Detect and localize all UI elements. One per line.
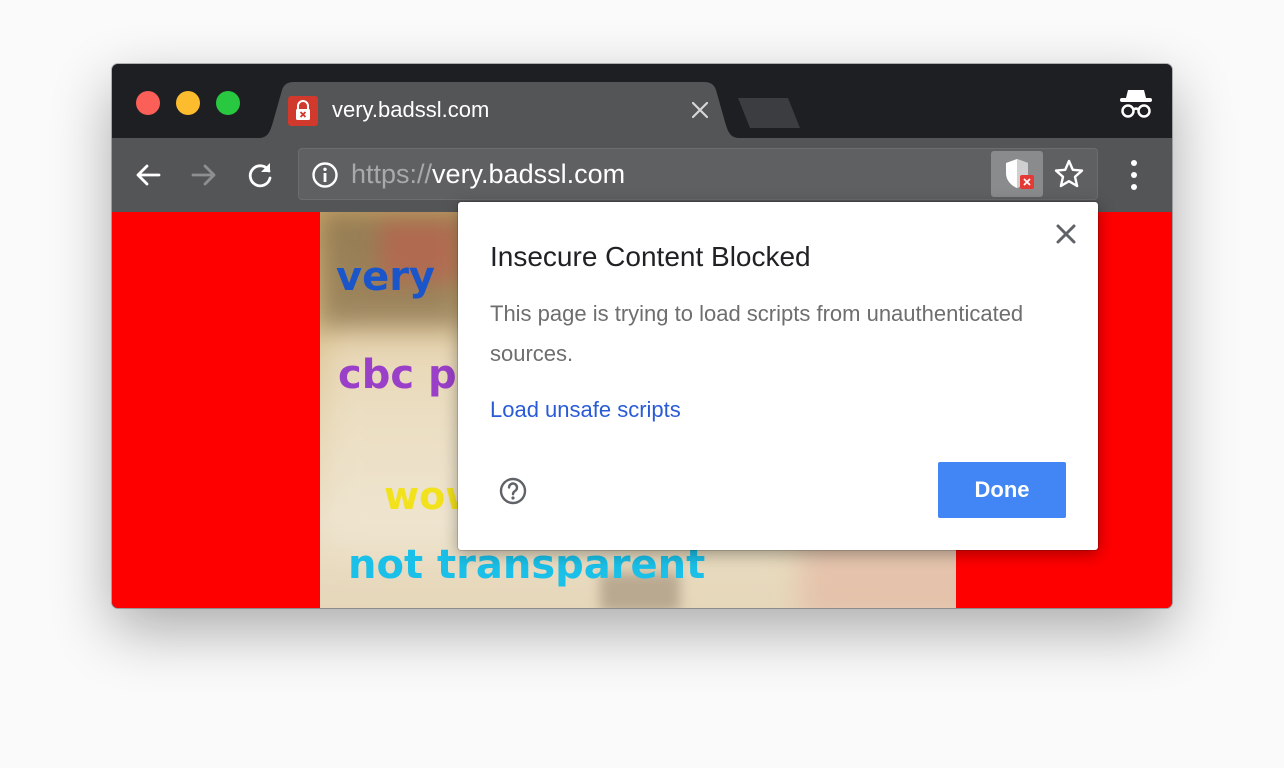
incognito-icon bbox=[1118, 86, 1154, 120]
insecure-content-popup: Insecure Content Blocked This page is tr… bbox=[458, 202, 1098, 550]
tab-shape bbox=[258, 82, 740, 138]
address-bar[interactable]: https://very.badssl.com bbox=[298, 148, 1098, 200]
close-icon[interactable] bbox=[688, 98, 712, 122]
url-text[interactable]: https://very.badssl.com bbox=[351, 159, 625, 189]
shield-blocked-icon[interactable] bbox=[991, 151, 1043, 197]
window-minimize-button[interactable] bbox=[176, 91, 200, 115]
image-text-cbc: cbc p bbox=[338, 352, 457, 398]
info-icon[interactable] bbox=[311, 161, 339, 189]
image-shadow bbox=[800, 542, 956, 608]
star-icon[interactable] bbox=[1053, 158, 1085, 190]
tab-title: very.badssl.com bbox=[332, 97, 490, 122]
arrow-right-icon[interactable] bbox=[188, 159, 220, 191]
close-icon[interactable] bbox=[1054, 222, 1078, 246]
url-scheme: https:// bbox=[351, 159, 433, 189]
lock-error-icon bbox=[288, 96, 318, 126]
help-circle-icon[interactable] bbox=[498, 476, 528, 506]
title-bar: very.badssl.com bbox=[112, 64, 1172, 138]
done-button[interactable]: Done bbox=[938, 462, 1066, 518]
vertical-dots-icon[interactable] bbox=[1122, 156, 1146, 194]
arrow-left-icon[interactable] bbox=[132, 159, 164, 191]
popup-title: Insecure Content Blocked bbox=[490, 241, 811, 272]
popup-message: This page is trying to load scripts from… bbox=[490, 301, 1024, 366]
image-text-very: very bbox=[336, 254, 436, 300]
window-maximize-button[interactable] bbox=[216, 91, 240, 115]
tab-very-badssl[interactable]: very.badssl.com bbox=[258, 82, 740, 138]
window-close-button[interactable] bbox=[136, 91, 160, 115]
load-unsafe-scripts-link[interactable]: Load unsafe scripts bbox=[490, 395, 681, 425]
reload-icon[interactable] bbox=[244, 159, 276, 191]
toolbar: https://very.badssl.com bbox=[112, 138, 1172, 212]
url-host: very.badssl.com bbox=[432, 159, 626, 189]
new-tab-button[interactable] bbox=[732, 98, 802, 128]
